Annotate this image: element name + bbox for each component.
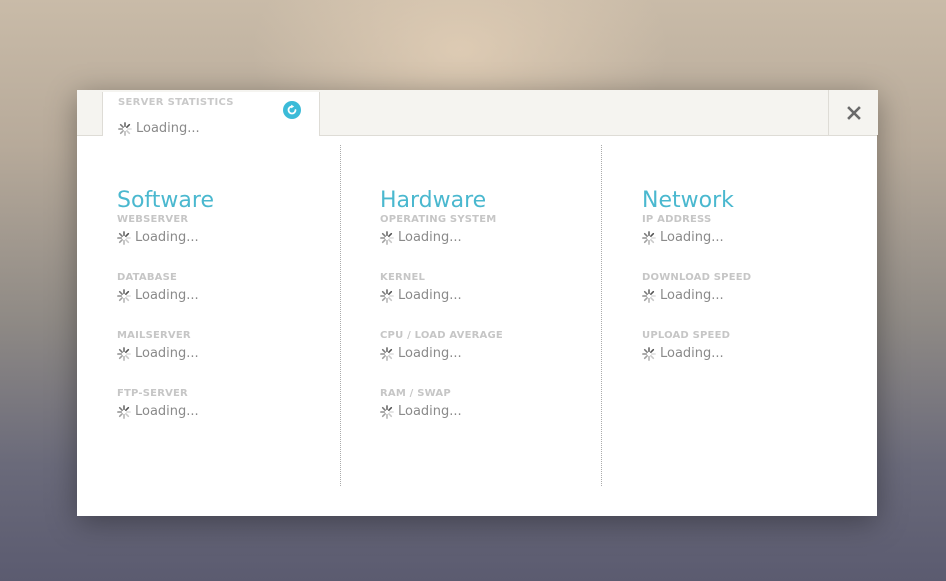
- stat-item-ip-address: IP ADDRESS Loading...: [642, 214, 724, 245]
- spinner-icon: [642, 288, 656, 303]
- server-statistics-panel: SERVER STATISTICS Loading... Software WE…: [77, 90, 878, 516]
- stat-loading: Loading...: [380, 230, 496, 245]
- stat-item-kernel: KERNEL Loading...: [380, 272, 462, 303]
- spinner-icon: [380, 288, 394, 303]
- network-heading: Network: [642, 188, 734, 213]
- stat-value: Loading...: [398, 346, 462, 361]
- software-section: Software WEBSERVER Loading... DATABASE L…: [117, 188, 214, 420]
- spinner-icon: [117, 288, 131, 303]
- stat-label: OPERATING SYSTEM: [380, 214, 497, 225]
- refresh-icon: [287, 104, 297, 115]
- close-icon: [846, 105, 861, 120]
- stat-value: Loading...: [398, 288, 462, 303]
- stat-label: MAILSERVER: [117, 330, 191, 341]
- spinner-icon: [380, 346, 394, 361]
- stat-item-download-speed: DOWNLOAD SPEED Loading...: [642, 272, 751, 303]
- stat-item-operating-system: OPERATING SYSTEM Loading...: [380, 214, 496, 245]
- column-divider: [340, 145, 341, 486]
- stat-loading: Loading...: [117, 404, 199, 419]
- tab-title: SERVER STATISTICS: [118, 97, 234, 108]
- tab-status-text: Loading...: [136, 121, 200, 136]
- tab-server-statistics[interactable]: SERVER STATISTICS Loading...: [102, 92, 320, 136]
- stat-value: Loading...: [135, 346, 199, 361]
- stat-loading: Loading...: [380, 288, 462, 303]
- stat-value: Loading...: [660, 346, 724, 361]
- stat-loading: Loading...: [117, 288, 199, 303]
- stat-value: Loading...: [398, 230, 462, 245]
- stat-value: Loading...: [660, 230, 724, 245]
- stat-item-webserver: WEBSERVER Loading...: [117, 214, 199, 245]
- spinner-icon: [117, 230, 131, 245]
- stat-item-ram-swap: RAM / SWAP Loading...: [380, 388, 462, 419]
- hardware-heading: Hardware: [380, 188, 487, 213]
- stat-item-cpu-load: CPU / LOAD AVERAGE Loading...: [380, 330, 503, 361]
- stat-loading: Loading...: [380, 346, 503, 361]
- stat-loading: Loading...: [117, 346, 199, 361]
- stat-label: DOWNLOAD SPEED: [642, 272, 752, 283]
- stat-label: IP ADDRESS: [642, 214, 712, 225]
- column-divider: [601, 145, 602, 486]
- stat-loading: Loading...: [642, 230, 724, 245]
- stat-label: DATABASE: [117, 272, 178, 283]
- stat-label: CPU / LOAD AVERAGE: [380, 330, 503, 341]
- spinner-icon: [380, 230, 394, 245]
- software-heading: Software: [117, 188, 214, 213]
- panel-header: SERVER STATISTICS Loading...: [77, 90, 878, 136]
- stat-item-database: DATABASE Loading...: [117, 272, 199, 303]
- stat-value: Loading...: [135, 404, 199, 419]
- spinner-icon: [118, 121, 132, 136]
- spinner-icon: [117, 346, 131, 361]
- spinner-icon: [117, 404, 131, 419]
- spinner-icon: [380, 404, 394, 419]
- tab-loading-status: Loading...: [118, 121, 200, 136]
- stat-item-upload-speed: UPLOAD SPEED Loading...: [642, 330, 730, 361]
- stat-label: WEBSERVER: [117, 214, 189, 225]
- stat-label: FTP-SERVER: [117, 388, 188, 399]
- spinner-icon: [642, 230, 656, 245]
- stat-loading: Loading...: [380, 404, 462, 419]
- stat-label: KERNEL: [380, 272, 426, 283]
- stat-label: RAM / SWAP: [380, 388, 451, 399]
- network-section: Network IP ADDRESS Loading... DOWNLOAD S…: [642, 188, 751, 362]
- stat-value: Loading...: [660, 288, 724, 303]
- close-button[interactable]: [828, 90, 878, 135]
- refresh-button[interactable]: [283, 101, 301, 119]
- stat-loading: Loading...: [117, 230, 199, 245]
- stat-value: Loading...: [398, 404, 462, 419]
- stat-value: Loading...: [135, 230, 199, 245]
- stat-item-mailserver: MAILSERVER Loading...: [117, 330, 199, 361]
- stat-loading: Loading...: [642, 346, 730, 361]
- stat-loading: Loading...: [642, 288, 751, 303]
- spinner-icon: [642, 346, 656, 361]
- stat-value: Loading...: [135, 288, 199, 303]
- stat-item-ftp-server: FTP-SERVER Loading...: [117, 388, 199, 419]
- hardware-section: Hardware OPERATING SYSTEM Loading... KER…: [380, 188, 503, 420]
- stat-label: UPLOAD SPEED: [642, 330, 731, 341]
